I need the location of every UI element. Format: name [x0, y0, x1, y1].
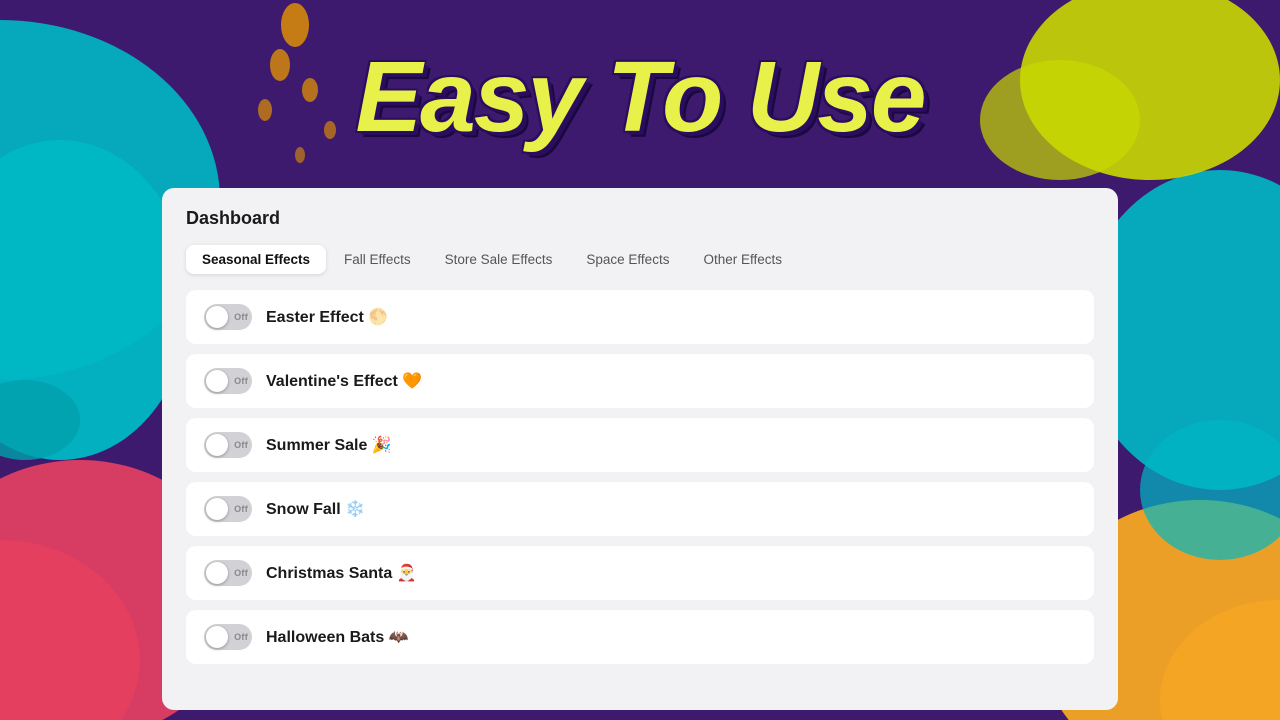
effect-label-valentine: Valentine's Effect 🧡: [266, 371, 422, 391]
effect-label-halloween-bats: Halloween Bats 🦇: [266, 627, 409, 647]
effect-label-christmas-santa: Christmas Santa 🎅: [266, 563, 417, 583]
toggle-snow-fall[interactable]: Off: [204, 496, 252, 522]
tab-other-effects[interactable]: Other Effects: [687, 245, 798, 274]
effect-label-snow-fall: Snow Fall ❄️: [266, 499, 365, 519]
toggle-summer-sale[interactable]: Off: [204, 432, 252, 458]
effect-label-easter: Easter Effect 🌕: [266, 307, 388, 327]
dashboard-card: Dashboard Seasonal Effects Fall Effects …: [162, 188, 1118, 710]
effect-row-christmas-santa: Off Christmas Santa 🎅: [186, 546, 1094, 600]
tab-space-effects[interactable]: Space Effects: [570, 245, 685, 274]
tab-store-sale-effects[interactable]: Store Sale Effects: [429, 245, 569, 274]
tab-fall-effects[interactable]: Fall Effects: [328, 245, 427, 274]
effect-row-summer-sale: Off Summer Sale 🎉: [186, 418, 1094, 472]
hero-title: Easy To Use: [355, 40, 924, 155]
toggle-easter[interactable]: Off: [204, 304, 252, 330]
toggle-halloween-bats[interactable]: Off: [204, 624, 252, 650]
effect-label-summer-sale: Summer Sale 🎉: [266, 435, 392, 455]
hero-section: Easy To Use: [0, 0, 1280, 195]
tab-seasonal-effects[interactable]: Seasonal Effects: [186, 245, 326, 274]
toggle-christmas-santa[interactable]: Off: [204, 560, 252, 586]
effect-row-valentine: Off Valentine's Effect 🧡: [186, 354, 1094, 408]
effect-row-snow-fall: Off Snow Fall ❄️: [186, 482, 1094, 536]
effect-row-easter: Off Easter Effect 🌕: [186, 290, 1094, 344]
toggle-valentine[interactable]: Off: [204, 368, 252, 394]
tabs-bar: Seasonal Effects Fall Effects Store Sale…: [186, 245, 1094, 274]
dashboard-title: Dashboard: [186, 208, 1094, 229]
effects-list: Off Easter Effect 🌕 Off Valentine's Effe…: [186, 290, 1094, 664]
effect-row-halloween-bats: Off Halloween Bats 🦇: [186, 610, 1094, 664]
